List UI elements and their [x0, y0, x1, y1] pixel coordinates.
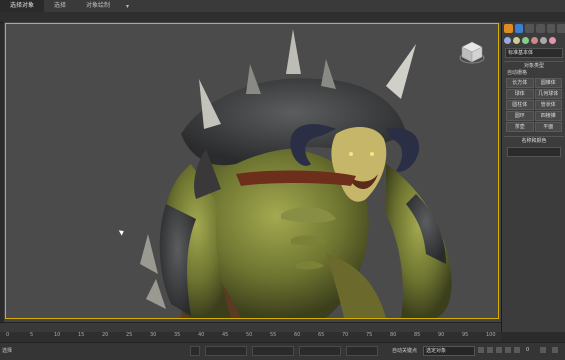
primitive-type-dropdown[interactable]: 标准基本体 — [505, 48, 563, 58]
hierarchy-tab-icon[interactable] — [525, 23, 535, 33]
name-color-title[interactable]: 名称和颜色 — [504, 137, 564, 145]
status-bar: 选择 自动关键点 选定对象 0 — [0, 342, 565, 360]
teapot-button[interactable]: 茶壶 — [506, 122, 534, 132]
timeline-tick: 5 — [30, 332, 34, 338]
timeline-tick: 70 — [342, 332, 349, 338]
object-type-rollout: 对象类型 自动栅格 长方体 圆锥体 球体 几何球体 圆柱体 管状体 圆环 四棱锥… — [504, 61, 564, 133]
viewcube-icon[interactable] — [458, 38, 486, 66]
timeline-tick: 35 — [174, 332, 181, 338]
timeline-tick: 65 — [318, 332, 325, 338]
zoom-icon[interactable] — [540, 347, 546, 353]
cone-button[interactable]: 圆锥体 — [534, 78, 562, 88]
timeline-tick: 90 — [438, 332, 445, 338]
command-panel: 标准基本体 对象类型 自动栅格 长方体 圆锥体 球体 几何球体 圆柱体 管状体 … — [501, 22, 565, 332]
object-type-title[interactable]: 对象类型 — [504, 62, 564, 70]
pan-icon[interactable] — [552, 347, 558, 353]
perspective-viewport[interactable] — [5, 23, 499, 319]
timeline-tick: 60 — [294, 332, 301, 338]
status-text: 选择 — [2, 348, 13, 354]
x-coordinate-field[interactable] — [205, 346, 247, 356]
primitive-buttons: 长方体 圆锥体 球体 几何球体 圆柱体 管状体 圆环 四棱锥 茶壶 平面 — [504, 77, 564, 133]
modify-tab-icon[interactable] — [514, 23, 524, 33]
name-color-rollout: 名称和颜色 — [504, 136, 564, 157]
y-coordinate-field[interactable] — [252, 346, 294, 356]
frame-value[interactable]: 0 — [526, 347, 529, 353]
lights-icon[interactable] — [522, 37, 529, 44]
viewport-container — [4, 22, 501, 322]
timeline-tick: 75 — [366, 332, 373, 338]
box-button[interactable]: 长方体 — [506, 78, 534, 88]
helpers-icon[interactable] — [540, 37, 547, 44]
menu-tab-select[interactable]: 选择 — [44, 0, 76, 12]
timeline-tick: 95 — [462, 332, 469, 338]
lock-selection-icon[interactable] — [190, 346, 200, 356]
timeline-tick: 50 — [246, 332, 253, 338]
command-panel-tabs — [502, 22, 565, 34]
timeline-tick: 25 — [126, 332, 133, 338]
create-category-icons — [502, 35, 565, 46]
tube-button[interactable]: 管状体 — [534, 100, 562, 110]
menu-dropdown-icon[interactable]: ▾ — [126, 3, 129, 10]
menu-tab-select-object[interactable]: 选择对象 — [0, 0, 45, 12]
previous-frame-icon[interactable] — [487, 347, 493, 353]
utilities-tab-icon[interactable] — [557, 23, 565, 33]
geometry-icon[interactable] — [504, 37, 511, 44]
go-to-end-icon[interactable] — [514, 347, 520, 353]
motion-tab-icon[interactable] — [536, 23, 545, 33]
timeline-tick: 20 — [102, 332, 109, 338]
display-tab-icon[interactable] — [546, 23, 556, 33]
menu-tab-object-paint[interactable]: 对象绘制 — [76, 0, 120, 12]
go-to-start-icon[interactable] — [478, 347, 484, 353]
timeline-tick: 80 — [390, 332, 397, 338]
plane-button[interactable]: 平面 — [534, 122, 562, 132]
pyramid-button[interactable]: 四棱锥 — [534, 111, 562, 121]
spacewarps-icon[interactable] — [549, 37, 556, 44]
timeline-tick: 10 — [54, 332, 61, 338]
sphere-button[interactable]: 球体 — [506, 89, 534, 99]
timeline-tick: 15 — [78, 332, 85, 338]
selection-set-dropdown[interactable]: 选定对象 — [423, 346, 475, 356]
timeline-tick: 0 — [6, 332, 10, 338]
timeline-tick: 55 — [270, 332, 277, 338]
object-name-field[interactable] — [507, 147, 561, 157]
timeline-tick: 100 — [486, 332, 496, 338]
geosphere-button[interactable]: 几何球体 — [534, 89, 562, 99]
timeline-tick: 40 — [198, 332, 205, 338]
torus-button[interactable]: 圆环 — [506, 111, 534, 121]
create-tab-icon[interactable] — [504, 23, 513, 33]
next-frame-icon[interactable] — [505, 347, 511, 353]
timeline-tick: 45 — [222, 332, 229, 338]
monster-model — [140, 29, 452, 318]
timeline-ruler[interactable]: 0 5 10 15 20 25 30 35 40 45 50 55 60 65 70 75 80 85 90 95 10… — [0, 332, 501, 342]
grid-field[interactable] — [346, 346, 378, 356]
cameras-icon[interactable] — [531, 37, 538, 44]
auto-key-label[interactable]: 自动关键点 — [392, 347, 417, 354]
cylinder-button[interactable]: 圆柱体 — [506, 100, 534, 110]
timeline-tick: 30 — [150, 332, 157, 338]
shapes-icon[interactable] — [513, 37, 520, 44]
timeline-tick: 85 — [414, 332, 421, 338]
autogrid-checkbox[interactable]: 自动栅格 — [504, 70, 564, 77]
z-coordinate-field[interactable] — [299, 346, 341, 356]
play-icon[interactable] — [496, 347, 502, 353]
